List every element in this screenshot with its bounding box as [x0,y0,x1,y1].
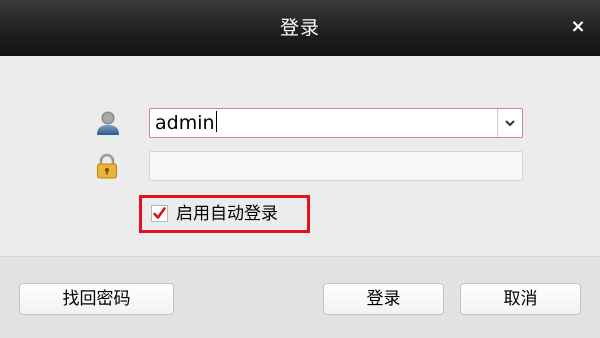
checkmark-icon [153,207,166,219]
username-value: admin [155,112,215,134]
auto-login-checkbox[interactable] [151,205,168,222]
dialog-title: 登录 [279,17,320,39]
title-bar: 登录 × [0,0,600,56]
login-button[interactable]: 登录 [323,283,444,315]
cancel-button[interactable]: 取消 [460,283,581,315]
close-button[interactable]: × [566,15,590,39]
user-icon [97,111,119,135]
username-combobox[interactable]: admin [149,108,523,138]
find-password-button[interactable]: 找回密码 [19,283,174,315]
auto-login-label[interactable]: 启用自动登录 [176,200,278,228]
chevron-down-icon[interactable] [498,109,522,137]
password-field[interactable] [149,151,523,181]
close-icon[interactable]: × [570,16,585,37]
lock-icon [97,153,117,179]
username-field[interactable]: admin [150,109,494,137]
text-caret [215,111,217,132]
username-dropdown-button[interactable] [497,109,522,137]
